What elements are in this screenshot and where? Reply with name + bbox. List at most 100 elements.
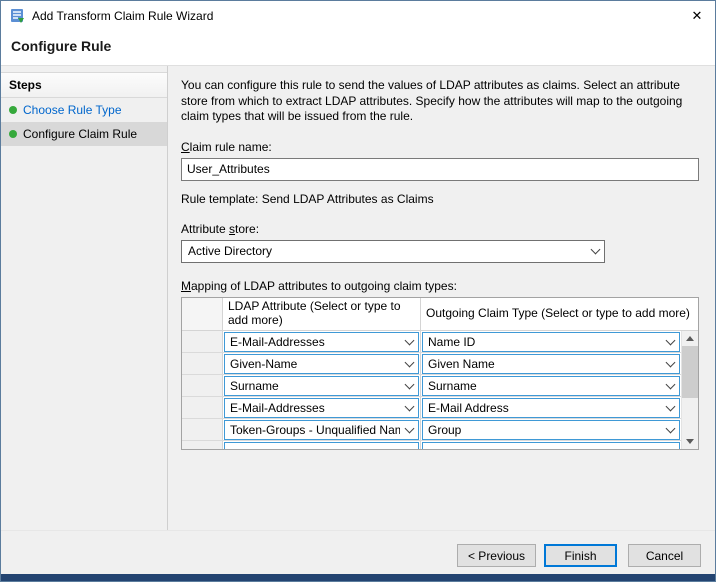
chevron-down-icon <box>661 443 679 449</box>
row-header[interactable] <box>182 419 223 440</box>
table-row: Surname Surname <box>182 375 681 397</box>
column-header-ldap-attribute[interactable]: LDAP Attribute (Select or type to add mo… <box>223 298 421 331</box>
outgoing-claim-type-select[interactable] <box>422 442 680 449</box>
sidebar-item-configure-claim-rule[interactable]: Configure Claim Rule <box>1 122 167 146</box>
footer: < Previous Finish Cancel <box>1 530 715 574</box>
table-row: Token-Groups - Unqualified Names Group <box>182 419 681 441</box>
combo-value: Surname <box>428 379 477 393</box>
sidebar-item-choose-rule-type[interactable]: Choose Rule Type <box>1 98 167 122</box>
step-bullet-icon <box>9 106 17 114</box>
row-header[interactable] <box>182 331 223 352</box>
ldap-attribute-select[interactable]: Surname <box>224 376 419 396</box>
ldap-attribute-select[interactable]: Given-Name <box>224 354 419 374</box>
close-icon[interactable]: ✕ <box>679 1 715 31</box>
outgoing-claim-cell <box>421 441 681 449</box>
table-row: E-Mail-Addresses E-Mail Address <box>182 397 681 419</box>
label-text-post: apping of LDAP attributes to outgoing cl… <box>191 279 457 293</box>
scroll-down-button[interactable] <box>682 434 698 449</box>
row-header[interactable] <box>182 397 223 418</box>
attribute-store-value: Active Directory <box>188 244 272 258</box>
page-header: Configure Rule <box>1 31 715 66</box>
scrollbar-thumb[interactable] <box>682 346 698 398</box>
chevron-down-icon <box>586 241 604 262</box>
wizard-window: Add Transform Claim Rule Wizard ✕ Config… <box>0 0 716 582</box>
claim-rule-name-label: Claim rule name: <box>181 140 699 154</box>
chevron-down-icon <box>661 399 679 417</box>
chevron-down-icon <box>661 421 679 439</box>
bottom-edge-strip <box>1 574 715 581</box>
attribute-store-select[interactable]: Active Directory <box>181 240 605 263</box>
table-row: Given-Name Given Name <box>182 353 681 375</box>
grid-rows-area: E-Mail-Addresses Name ID <box>182 331 681 449</box>
previous-button[interactable]: < Previous <box>457 544 536 567</box>
combo-value: Surname <box>230 379 279 393</box>
finish-button[interactable]: Finish <box>544 544 617 567</box>
attribute-store-label: Attribute store: <box>181 222 699 236</box>
combo-value: E-Mail-Addresses <box>230 335 325 349</box>
outgoing-claim-cell: Given Name <box>421 353 681 374</box>
chevron-down-icon <box>661 333 679 351</box>
combo-value: Group <box>428 423 461 437</box>
combo-value: Given Name <box>428 357 495 371</box>
label-text-post: laim rule name: <box>190 140 272 154</box>
chevron-down-icon <box>400 377 418 395</box>
combo-value: Token-Groups - Unqualified Names <box>230 423 400 437</box>
main-content: You can configure this rule to send the … <box>168 66 715 530</box>
outgoing-claim-type-select[interactable]: Group <box>422 420 680 440</box>
outgoing-claim-cell: E-Mail Address <box>421 397 681 418</box>
wizard-icon <box>9 8 25 24</box>
outgoing-claim-type-select[interactable]: Name ID <box>422 332 680 352</box>
scroll-up-button[interactable] <box>682 331 698 346</box>
ldap-attribute-cell: Given-Name <box>223 353 421 374</box>
outgoing-claim-type-select[interactable]: Given Name <box>422 354 680 374</box>
step-label: Configure Claim Rule <box>23 127 137 141</box>
chevron-down-icon <box>661 355 679 373</box>
titlebar: Add Transform Claim Rule Wizard ✕ <box>1 1 715 31</box>
combo-value: E-Mail-Addresses <box>230 401 325 415</box>
label-accesskey: M <box>181 279 191 293</box>
claim-rule-name-input[interactable] <box>181 158 699 181</box>
rule-template-text: Rule template: Send LDAP Attributes as C… <box>181 192 699 206</box>
ldap-attribute-cell: Surname <box>223 375 421 396</box>
scroll-up-icon <box>686 336 694 341</box>
ldap-attribute-cell: E-Mail-Addresses <box>223 331 421 352</box>
outgoing-claim-type-select[interactable]: E-Mail Address <box>422 398 680 418</box>
ldap-attribute-select[interactable]: E-Mail-Addresses <box>224 332 419 352</box>
steps-title: Steps <box>1 72 167 98</box>
mapping-label: Mapping of LDAP attributes to outgoing c… <box>181 279 699 293</box>
column-header-outgoing-claim-type[interactable]: Outgoing Claim Type (Select or type to a… <box>421 298 698 331</box>
combo-value: E-Mail Address <box>428 401 509 415</box>
chevron-down-icon <box>400 443 418 449</box>
ldap-attribute-cell: Token-Groups - Unqualified Names <box>223 419 421 440</box>
combo-value: Name ID <box>428 335 475 349</box>
ldap-attribute-select[interactable]: E-Mail-Addresses <box>224 398 419 418</box>
outgoing-claim-cell: Name ID <box>421 331 681 352</box>
row-header[interactable] <box>182 441 223 449</box>
chevron-down-icon <box>400 333 418 351</box>
scroll-down-icon <box>686 439 694 444</box>
grid-corner-cell <box>182 298 223 331</box>
grid-scrollbar[interactable] <box>681 331 698 449</box>
row-header[interactable] <box>182 375 223 396</box>
ldap-attribute-select[interactable] <box>224 442 419 449</box>
outgoing-claim-cell: Group <box>421 419 681 440</box>
ldap-attribute-select[interactable]: Token-Groups - Unqualified Names <box>224 420 419 440</box>
mapping-grid: LDAP Attribute (Select or type to add mo… <box>181 297 699 450</box>
chevron-down-icon <box>400 421 418 439</box>
label-text-post: tore: <box>235 222 259 236</box>
ldap-attribute-cell: E-Mail-Addresses <box>223 397 421 418</box>
page-title: Configure Rule <box>11 38 715 54</box>
ldap-attribute-cell <box>223 441 421 449</box>
step-label: Choose Rule Type <box>23 103 122 117</box>
wizard-body: Steps Choose Rule Type Configure Claim R… <box>1 66 715 530</box>
row-header[interactable] <box>182 353 223 374</box>
outgoing-claim-type-select[interactable]: Surname <box>422 376 680 396</box>
cancel-button[interactable]: Cancel <box>628 544 701 567</box>
table-row-partial <box>182 441 681 449</box>
table-row: E-Mail-Addresses Name ID <box>182 331 681 353</box>
steps-panel: Steps Choose Rule Type Configure Claim R… <box>1 66 168 530</box>
step-bullet-icon <box>9 130 17 138</box>
label-text-pre: Attribute <box>181 222 229 236</box>
outgoing-claim-cell: Surname <box>421 375 681 396</box>
grid-header-row: LDAP Attribute (Select or type to add mo… <box>182 298 698 331</box>
